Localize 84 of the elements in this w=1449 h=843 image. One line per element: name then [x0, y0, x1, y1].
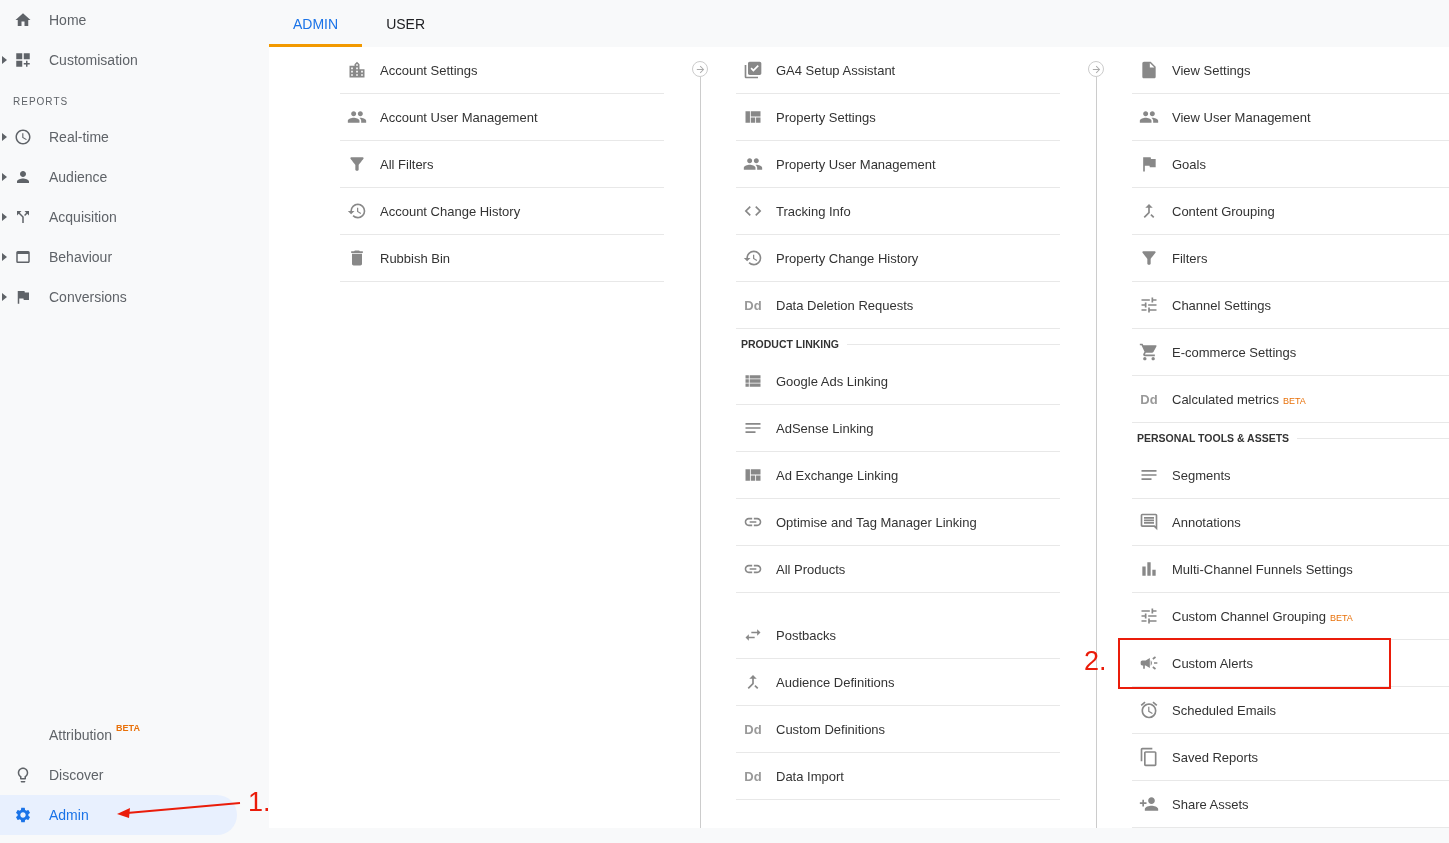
settings-icon — [13, 806, 32, 824]
alarm-icon — [1139, 700, 1159, 720]
comment-icon — [1139, 512, 1159, 532]
menu-item[interactable]: AdSense Linking — [736, 405, 1060, 452]
sidebar-item[interactable]: Attribution BETA — [0, 715, 237, 755]
menu-item[interactable]: Dd Data Deletion Requests — [736, 282, 1060, 329]
menu-item[interactable]: View User Management — [1132, 94, 1449, 141]
letters-icon: Dd — [744, 297, 762, 313]
menu-item[interactable]: Goals — [1132, 141, 1449, 188]
bar-chart-icon — [1139, 559, 1159, 579]
checkbox-icon — [743, 60, 763, 80]
building-icon — [347, 60, 367, 80]
menu-item[interactable]: All Filters — [340, 141, 664, 188]
beta-tag: BETA — [1329, 612, 1353, 623]
menu-item[interactable]: View Settings — [1132, 47, 1449, 94]
sliders-icon — [1139, 606, 1159, 626]
dashboard-icon — [13, 51, 32, 69]
menu-item[interactable]: Annotations — [1132, 499, 1449, 546]
sidebar-item[interactable]: Audience — [0, 157, 237, 197]
letters-icon: Dd — [1140, 391, 1158, 407]
menu-item[interactable]: Segments — [1132, 452, 1449, 499]
letters-icon: Dd — [744, 721, 762, 737]
filter-icon — [1139, 248, 1159, 268]
menu-item[interactable]: Ad Exchange Linking — [736, 452, 1060, 499]
menu-item[interactable]: Share Assets — [1132, 781, 1449, 828]
history-icon — [347, 201, 367, 221]
menu-item[interactable]: Content Grouping — [1132, 188, 1449, 235]
menu-item[interactable]: Rubbish Bin — [340, 235, 664, 282]
expand-caret-icon[interactable] — [2, 133, 7, 141]
beta-tag: BETA — [116, 723, 140, 733]
menu-item[interactable]: Dd Custom Definitions — [736, 706, 1060, 753]
menu-item[interactable]: Tracking Info — [736, 188, 1060, 235]
menu-item[interactable]: Account Settings — [340, 47, 664, 94]
menu-item[interactable]: Dd Calculated metrics BETA — [1132, 376, 1449, 423]
sidebar-item[interactable]: Behaviour — [0, 237, 237, 277]
cart-icon — [1139, 342, 1159, 362]
copy-icon — [1139, 747, 1159, 767]
menu-item[interactable]: Account User Management — [340, 94, 664, 141]
menu-item[interactable]: Property Settings — [736, 94, 1060, 141]
expand-caret-icon[interactable] — [2, 293, 7, 301]
sidebar-item[interactable]: Acquisition — [0, 197, 237, 237]
sidebar-item[interactable]: Real-time — [0, 117, 237, 157]
menu-item[interactable]: Postbacks — [736, 612, 1060, 659]
section-heading: REPORTS — [12, 95, 70, 109]
beta-tag: BETA — [1282, 395, 1306, 406]
expand-caret-icon[interactable] — [2, 56, 7, 64]
menu-item[interactable]: Custom Alerts — [1132, 640, 1449, 687]
letters-icon: Dd — [744, 768, 762, 784]
menu-item[interactable]: Optimise and Tag Manager Linking — [736, 499, 1060, 546]
expand-caret-icon[interactable] — [2, 173, 7, 181]
sidebar-item[interactable]: Conversions — [0, 277, 237, 317]
clock-icon — [13, 128, 32, 146]
add-person-icon — [1139, 794, 1159, 814]
sidebar-item[interactable]: Discover — [0, 755, 237, 795]
menu-item[interactable]: GA4 Setup Assistant — [736, 47, 1060, 94]
step-number: 1. — [248, 787, 271, 818]
expand-caret-icon[interactable] — [2, 253, 7, 261]
page-icon — [1139, 60, 1159, 80]
home-icon — [13, 11, 32, 29]
menu-item[interactable]: Audience Definitions — [736, 659, 1060, 706]
menu-item[interactable]: Property User Management — [736, 141, 1060, 188]
menu-item[interactable]: E-commerce Settings — [1132, 329, 1449, 376]
menu-item[interactable]: All Products — [736, 546, 1060, 593]
tab[interactable]: USER — [362, 0, 450, 47]
step-number: 2. — [1084, 646, 1107, 677]
menu-item[interactable]: Google Ads Linking — [736, 358, 1060, 405]
history-icon — [743, 248, 763, 268]
menu-item[interactable]: Dd Data Import — [736, 753, 1060, 800]
expand-caret-icon[interactable] — [2, 213, 7, 221]
section-heading: PERSONAL TOOLS & ASSETS — [1137, 432, 1290, 444]
menu-item[interactable]: Custom Channel Grouping BETA — [1132, 593, 1449, 640]
menu-item[interactable]: Account Change History — [340, 188, 664, 235]
menu-item[interactable]: Channel Settings — [1132, 282, 1449, 329]
menu-item[interactable]: Filters — [1132, 235, 1449, 282]
sidebar-item[interactable]: Customisation — [0, 40, 237, 80]
menu-item[interactable]: Multi-Channel Funnels Settings — [1132, 546, 1449, 593]
section-heading: PRODUCT LINKING — [741, 338, 839, 350]
menu-item[interactable]: Saved Reports — [1132, 734, 1449, 781]
window-icon — [13, 248, 32, 266]
sidebar-item[interactable]: Home — [0, 0, 237, 40]
menu-item[interactable]: Property Change History — [736, 235, 1060, 282]
sidebar-item[interactable]: Admin — [0, 795, 237, 835]
menu-item[interactable]: Scheduled Emails — [1132, 687, 1449, 734]
sliders-icon — [1139, 295, 1159, 315]
